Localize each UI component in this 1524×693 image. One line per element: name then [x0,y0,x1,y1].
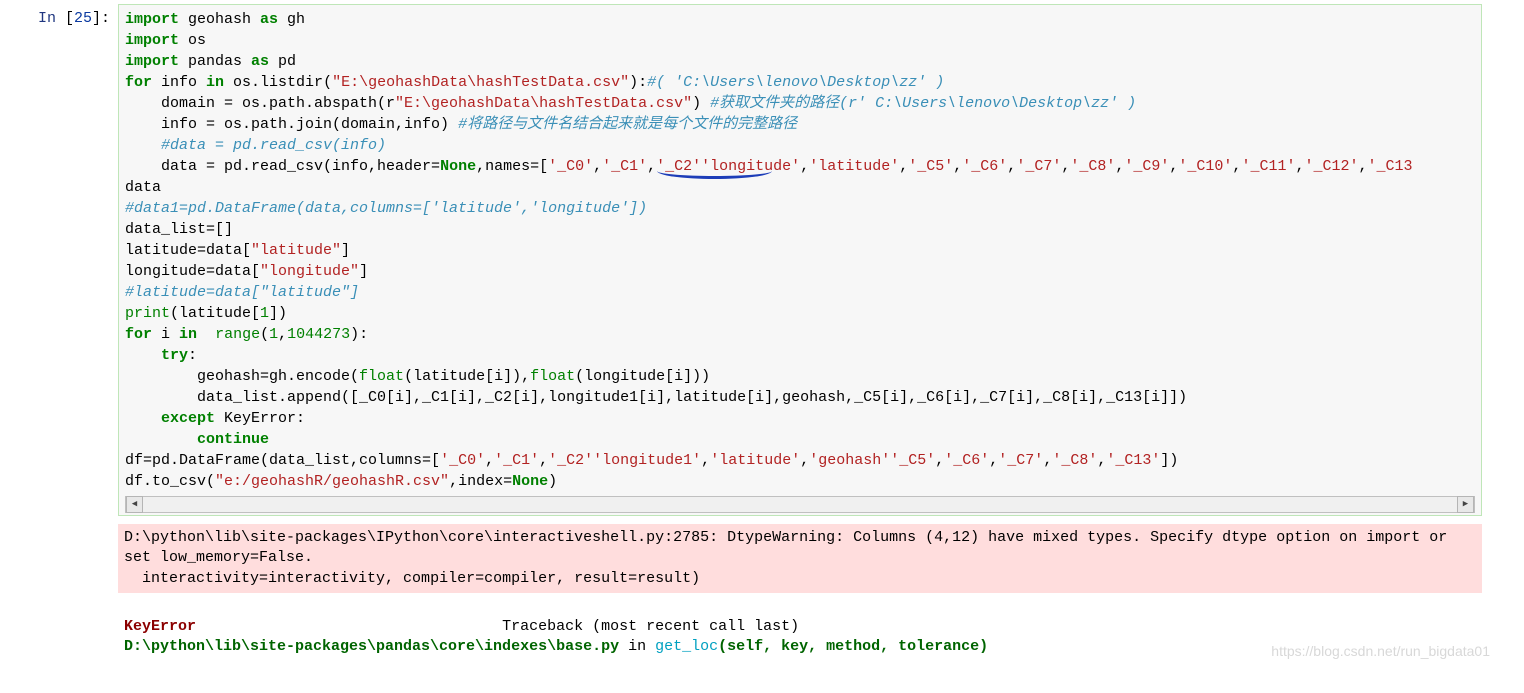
traceback-in: in [619,638,655,655]
prompt-label: In [38,10,56,27]
input-prompt: In [25]: [18,4,118,27]
code-lines[interactable]: import geohash as ghimport osimport pand… [125,9,1475,492]
traceback-func: get_loc [655,638,718,655]
code-line[interactable]: data = pd.read_csv(info,header=None,name… [125,156,1475,177]
output-row-stderr: D:\python\lib\site-packages\IPython\core… [18,516,1482,593]
output-prompt-empty [18,516,118,593]
traceback-label: Traceback (most recent call last) [502,618,799,635]
code-line[interactable]: info = os.path.join(domain,info) #将路径与文件… [125,114,1475,135]
traceback-args: (self, key, method, tolerance) [718,638,988,655]
code-line[interactable]: data_list.append([_C0[i],_C1[i],_C2[i],l… [125,387,1475,408]
code-line[interactable]: for i in range(1,1044273): [125,324,1475,345]
code-line[interactable]: #latitude=data["latitude"] [125,282,1475,303]
code-line[interactable]: for info in os.listdir("E:\geohashData\h… [125,72,1475,93]
output-row-traceback: KeyError Traceback (most recent call las… [18,593,1482,662]
code-line[interactable]: try: [125,345,1475,366]
scroll-right-arrow[interactable]: ▶ [1457,496,1474,513]
code-line[interactable]: latitude=data["latitude"] [125,240,1475,261]
output-area: D:\python\lib\site-packages\IPython\core… [118,516,1482,593]
traceback-area: KeyError Traceback (most recent call las… [118,593,1482,662]
code-line[interactable]: df=pd.DataFrame(data_list,columns=['_C0'… [125,450,1475,471]
code-line[interactable]: #data1=pd.DataFrame(data,columns=['latit… [125,198,1475,219]
code-line[interactable]: import pandas as pd [125,51,1475,72]
traceback: KeyError Traceback (most recent call las… [118,613,1482,662]
code-line[interactable]: df.to_csv("e:/geohashR/geohashR.csv",ind… [125,471,1475,492]
code-line[interactable]: longitude=data["longitude"] [125,261,1475,282]
code-line[interactable]: geohash=gh.encode(float(latitude[i]),flo… [125,366,1475,387]
notebook: In [25]: import geohash as ghimport osim… [0,0,1500,665]
code-line[interactable]: data_list=[] [125,219,1475,240]
horizontal-scrollbar[interactable]: ◀ ▶ [125,496,1475,513]
code-line[interactable]: continue [125,429,1475,450]
code-editor[interactable]: import geohash as ghimport osimport pand… [118,4,1482,516]
code-line[interactable]: #data = pd.read_csv(info) [125,135,1475,156]
output-prompt-empty-2 [18,593,118,662]
code-cell: In [25]: import geohash as ghimport osim… [18,4,1482,516]
prompt-number: 25 [74,10,92,27]
stderr-warning: D:\python\lib\site-packages\IPython\core… [118,524,1482,593]
code-line[interactable]: print(latitude[1]) [125,303,1475,324]
code-line[interactable]: except KeyError: [125,408,1475,429]
code-line[interactable]: import os [125,30,1475,51]
code-line[interactable]: data [125,177,1475,198]
traceback-file: D:\python\lib\site-packages\pandas\core\… [124,638,619,655]
code-line[interactable]: domain = os.path.abspath(r"E:\geohashDat… [125,93,1475,114]
scroll-left-arrow[interactable]: ◀ [126,496,143,513]
error-name: KeyError [124,618,196,635]
code-line[interactable]: import geohash as gh [125,9,1475,30]
traceback-spacer [196,618,502,635]
